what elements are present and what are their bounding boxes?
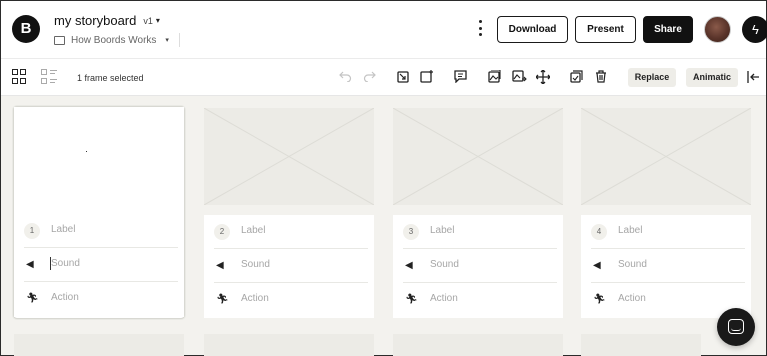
action-row[interactable]: 🏃︎ Action [24,282,178,316]
add-frame-icon[interactable] [420,70,434,83]
label-field[interactable]: Label [430,225,454,236]
frame-number: 2 [214,224,230,240]
speaker-icon: ◀ [26,259,34,270]
image-icon[interactable] [488,70,501,83]
collapse-panel-icon[interactable] [747,71,760,83]
speaker-icon: ◀ [405,260,413,271]
label-field[interactable]: Label [51,224,75,235]
frame-image-placeholder[interactable] [204,108,374,205]
running-person-icon: 🏃︎ [405,294,418,305]
chat-button[interactable] [717,308,755,346]
sound-field[interactable]: Sound [51,258,80,269]
app-header: B my storyboard v1 ▾ How Boords Works ▾ … [1,1,767,58]
boords-logo-icon[interactable]: B [12,15,40,43]
trash-icon[interactable] [595,70,607,83]
download-button[interactable]: Download [497,16,568,43]
frame-image-placeholder[interactable] [204,334,374,356]
grid-view-icon[interactable] [12,69,28,85]
frame-fields: 2 Label ◀ Sound 🏃︎ Action [204,215,374,318]
running-person-icon: 🏃︎ [593,294,606,305]
replace-button[interactable]: Replace [628,68,676,87]
speaker-icon: ◀ [216,260,224,271]
share-button[interactable]: Share [643,16,693,43]
action-field[interactable]: Action [618,293,646,304]
folder-icon [54,35,65,45]
frame-fields: 1 Label ◀ Sound 🏃︎ Action [14,214,184,317]
action-row[interactable]: 🏃︎ Action [591,283,745,317]
action-field[interactable]: Action [430,293,458,304]
action-row[interactable]: 🏃︎ Action [214,283,368,317]
action-field[interactable]: Action [241,293,269,304]
label-row[interactable]: 4 Label [591,215,745,249]
frame-fields: 4 Label ◀ Sound 🏃︎ Action [581,215,751,318]
frame-number: 3 [403,224,419,240]
selection-count: 1 frame selected [77,73,144,83]
chat-icon [728,319,744,334]
storyboard-frame-4[interactable]: 4 Label ◀ Sound 🏃︎ Action [581,108,753,319]
frame-number: 4 [591,224,607,240]
label-field[interactable]: Label [241,225,265,236]
sound-field[interactable]: Sound [618,259,647,270]
export-image-icon[interactable] [512,70,527,83]
sound-row[interactable]: ◀ Sound [403,249,557,283]
project-selector[interactable]: How Boords Works ▾ [54,33,180,47]
label-row[interactable]: 3 Label [403,215,557,249]
storyboard-title[interactable]: my storyboard [54,13,136,28]
frame-image[interactable] [14,107,184,204]
storyboard-frame-1[interactable]: 1 Label ◀ Sound 🏃︎ Action [13,106,185,319]
comment-icon[interactable] [454,70,468,83]
sound-row[interactable]: ◀ Sound [24,248,178,282]
frame-image-placeholder[interactable] [393,108,563,205]
running-person-icon: 🏃︎ [26,293,39,304]
insert-frame-before-icon[interactable] [397,70,410,83]
frame-image-placeholder[interactable] [14,334,184,356]
action-row[interactable]: 🏃︎ Action [403,283,557,317]
redo-icon[interactable] [363,70,376,82]
label-field[interactable]: Label [618,225,642,236]
label-row[interactable]: 2 Label [214,215,368,249]
list-view-icon[interactable] [41,69,57,85]
frame-image-placeholder[interactable] [581,108,751,205]
frame-fields: 3 Label ◀ Sound 🏃︎ Action [393,215,563,318]
move-icon[interactable] [536,70,550,84]
storyboard-frame-3[interactable]: 3 Label ◀ Sound 🏃︎ Action [393,108,565,319]
storyboard-title-row[interactable]: my storyboard v1 ▾ [54,13,160,28]
chevron-down-icon[interactable]: ▾ [165,36,169,44]
frame-image-placeholder[interactable] [581,334,701,356]
brush-dot [86,151,87,152]
sound-row[interactable]: ◀ Sound [214,249,368,283]
label-row[interactable]: 1 Label [24,214,178,248]
lightning-bolt-icon[interactable]: ϟ [742,16,767,43]
frame-image-placeholder[interactable] [393,334,563,356]
project-name[interactable]: How Boords Works [71,35,156,46]
present-button[interactable]: Present [575,16,636,43]
version-label[interactable]: v1 [143,16,153,26]
divider [178,33,180,47]
frame-number: 1 [24,223,40,239]
speaker-icon: ◀ [593,260,601,271]
sound-field[interactable]: Sound [241,259,270,270]
kebab-menu-icon[interactable] [477,20,483,36]
running-person-icon: 🏃︎ [216,294,229,305]
animatic-button[interactable]: Animatic [686,68,738,87]
sound-row[interactable]: ◀ Sound [591,249,745,283]
action-field[interactable]: Action [51,292,79,303]
chevron-down-icon[interactable]: ▾ [156,16,160,25]
duplicate-icon[interactable] [570,70,583,83]
frame-toolbar: 1 frame selected Replace Animatic [1,58,766,96]
undo-icon[interactable] [339,70,352,82]
avatar[interactable] [704,16,731,43]
sound-field[interactable]: Sound [430,259,459,270]
storyboard-frame-2[interactable]: 2 Label ◀ Sound 🏃︎ Action [204,108,376,319]
